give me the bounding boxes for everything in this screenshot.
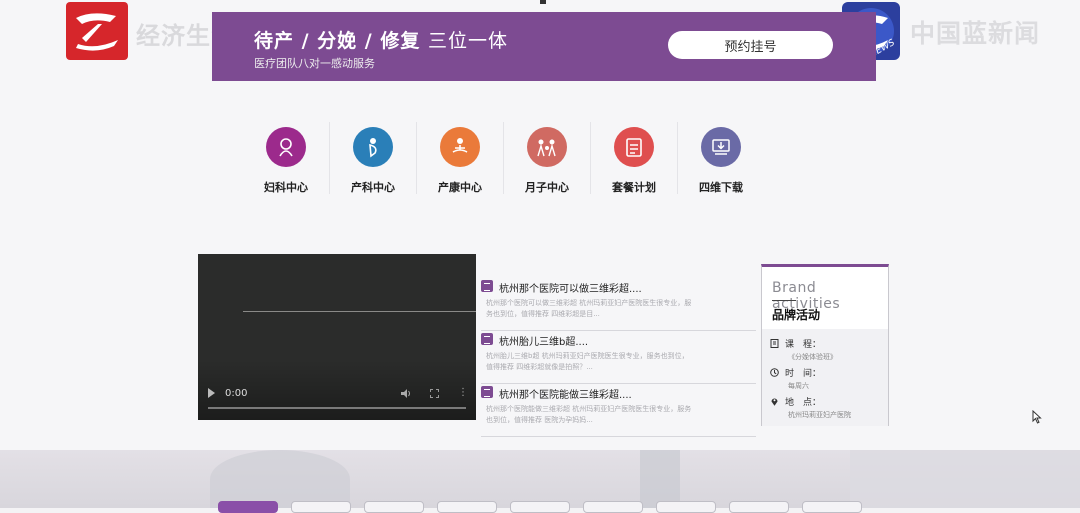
more-options-icon[interactable]: ⋮ [458, 388, 468, 398]
background-figure [850, 450, 1080, 508]
list-item[interactable]: 杭州胎儿三维b超.... 杭州胎儿三维b超 杭州玛莉亚妇产医院医生很专业，服务也… [481, 331, 756, 384]
place-label: 地 点： [785, 398, 822, 408]
carousel-tab[interactable] [656, 501, 716, 513]
play-icon[interactable] [208, 388, 215, 398]
book-appointment-button[interactable]: 预约挂号 [668, 31, 833, 59]
brand-title-cn: 品牌活动 [772, 308, 821, 322]
nav-label: 套餐计划 [612, 181, 656, 194]
news-channel-name: 中国蓝新闻 [910, 19, 1041, 48]
nav-item-confinement[interactable]: 月子中心 [504, 122, 591, 194]
news-title[interactable]: 杭州那个医院能做三维彩超.... [499, 386, 632, 401]
carousel-tab[interactable] [364, 501, 424, 513]
news-list: 杭州那个医院可以做三维彩超.... 杭州那个医院可以做三维彩超 杭州玛莉亚妇产医… [481, 278, 756, 437]
brand-details: 课 程： 《分娩体验班》 时 间： 每周六 地 点： 杭州玛莉亚妇产医院 [762, 329, 888, 426]
place-row: 地 点： [770, 395, 821, 408]
list-item[interactable]: 杭州那个医院能做三维彩超.... 杭州那个医院能做三维彩超 杭州玛莉亚妇产医院医… [481, 384, 756, 437]
mouse-cursor-icon [1032, 410, 1042, 424]
news-title[interactable]: 杭州那个医院可以做三维彩超.... [499, 280, 642, 295]
family-icon [527, 127, 567, 167]
brand-divider [772, 300, 796, 301]
meditation-icon [440, 127, 480, 167]
nav-label: 妇科中心 [264, 181, 308, 194]
clipboard-icon [614, 127, 654, 167]
banner-title: 待产 / 分娩 / 修复 三位一体 [254, 26, 508, 53]
gynecology-icon [266, 127, 306, 167]
nav-label: 产科中心 [351, 181, 395, 194]
time-label: 时 间： [785, 369, 822, 379]
video-time: 0:00 [225, 388, 248, 399]
banner-title-main: 待产 / 分娩 / 修复 [254, 30, 421, 52]
obstetrics-icon [353, 127, 393, 167]
time-row: 时 间： [770, 366, 821, 379]
nav-label: 产康中心 [438, 181, 482, 194]
banner-subtitle: 医疗团队八对一感动服务 [254, 57, 375, 70]
bottom-image-strip [0, 450, 1080, 508]
nav-item-postpartum[interactable]: 产康中心 [417, 122, 504, 194]
time-value: 每周六 [788, 382, 809, 390]
course-value: 《分娩体验班》 [788, 353, 837, 361]
nav-item-download[interactable]: 四维下载 [678, 122, 764, 194]
zhejiang-tv-logo [66, 2, 128, 60]
volume-icon[interactable] [401, 389, 411, 398]
news-description: 杭州那个医院可以做三维彩超 杭州玛莉亚妇产医院医生很专业，服务也到位，值得推荐 … [486, 299, 692, 318]
fullscreen-icon[interactable] [430, 389, 439, 398]
brand-activities-card[interactable]: Brand activities 品牌活动 课 程： 《分娩体验班》 时 间： … [761, 264, 889, 426]
carousel-tab[interactable] [510, 501, 570, 513]
background-figure [640, 450, 680, 508]
course-row: 课 程： [770, 337, 821, 350]
location-pin-icon [771, 398, 778, 406]
list-item[interactable]: 杭州那个医院可以做三维彩超.... 杭州那个医院可以做三维彩超 杭州玛莉亚妇产医… [481, 278, 756, 331]
carousel-tab[interactable] [437, 501, 497, 513]
top-marker [540, 0, 546, 4]
download-icon [701, 127, 741, 167]
nav-item-obstetrics[interactable]: 产科中心 [330, 122, 417, 194]
carousel-tab[interactable] [291, 501, 351, 513]
nav-item-package[interactable]: 套餐计划 [591, 122, 678, 194]
carousel-tab[interactable] [802, 501, 862, 513]
carousel-tab[interactable] [218, 501, 278, 513]
article-icon [481, 333, 493, 345]
service-nav: 妇科中心 产科中心 产康中心 月子中心 套餐计划 四维下载 [243, 122, 764, 194]
nav-item-gynecology[interactable]: 妇科中心 [243, 122, 330, 194]
news-title[interactable]: 杭州胎儿三维b超.... [499, 333, 588, 348]
news-description: 杭州那个医院能做三维彩超 杭州玛莉亚妇产医院医生很专业，服务也到位，值得推荐 医… [486, 405, 692, 424]
carousel-tab[interactable] [729, 501, 789, 513]
course-label: 课 程： [785, 340, 822, 350]
nav-label: 四维下载 [699, 181, 743, 194]
clock-icon [770, 368, 779, 377]
place-value: 杭州玛莉亚妇产医院 [788, 411, 851, 419]
background-figure [210, 450, 350, 508]
news-description: 杭州胎儿三维b超 杭州玛莉亚妇产医院医生很专业，服务也到位，值得推荐 四维彩超就… [486, 352, 689, 371]
book-icon [770, 339, 779, 348]
nav-label: 月子中心 [525, 181, 569, 194]
banner-title-light: 三位一体 [427, 30, 508, 52]
video-player[interactable]: 0:00 ⋮ [198, 254, 476, 420]
promo-banner: 待产 / 分娩 / 修复 三位一体 医疗团队八对一感动服务 预约挂号 [212, 12, 876, 81]
video-progress-bar[interactable] [208, 407, 466, 409]
article-icon [481, 280, 493, 292]
article-icon [481, 386, 493, 398]
video-frame-line [243, 311, 476, 312]
carousel-tab[interactable] [583, 501, 643, 513]
